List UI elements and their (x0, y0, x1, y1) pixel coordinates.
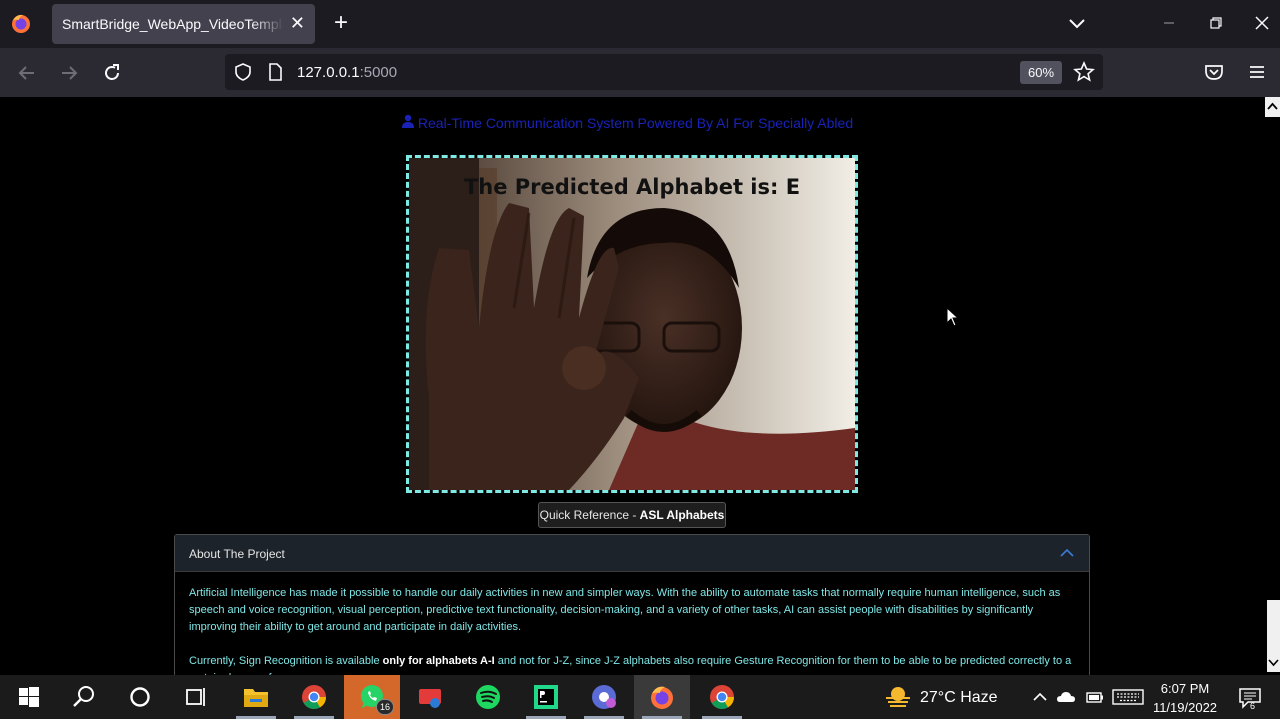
windows-taskbar: 16 27°C Haze 6:07 PM 11/19/2022 6 (0, 675, 1280, 719)
battery-icon[interactable] (1085, 688, 1105, 706)
chrome-profile-button[interactable] (286, 675, 342, 719)
quick-reference-button[interactable]: Quick Reference - ASL Alphabets (538, 502, 726, 528)
spotify-button[interactable] (460, 675, 516, 719)
search-icon (73, 686, 94, 707)
mouse-cursor-icon (946, 307, 960, 327)
clock-time: 6:07 PM (1160, 681, 1210, 696)
search-button[interactable] (56, 675, 112, 719)
file-explorer-button[interactable] (228, 675, 284, 719)
list-all-tabs-icon[interactable] (1066, 12, 1088, 34)
whatsapp-unread-badge: 16 (376, 699, 394, 715)
firefox-taskbar-button[interactable] (634, 675, 690, 719)
folder-icon (244, 689, 268, 707)
chevron-up-icon[interactable] (1059, 546, 1075, 560)
scroll-up-arrow-icon[interactable] (1265, 97, 1280, 117)
close-window-icon[interactable] (1251, 12, 1273, 34)
media-app-icon (419, 689, 441, 708)
bookmark-star-icon[interactable] (1073, 61, 1095, 83)
notification-count: 6 (1250, 701, 1256, 711)
windows-logo-icon (19, 687, 39, 707)
weather-haze-icon[interactable] (883, 685, 913, 709)
chrome-profile-2-button[interactable] (576, 675, 632, 719)
chrome-icon (302, 685, 326, 710)
restore-icon[interactable] (1205, 12, 1227, 34)
url-text[interactable]: 127.0.0.1:5000 (297, 64, 397, 81)
chrome-icon (710, 685, 734, 710)
cortana-button[interactable] (112, 675, 168, 719)
whatsapp-button[interactable]: 16 (344, 675, 400, 719)
cortana-circle-icon (130, 687, 150, 707)
address-bar[interactable]: 127.0.0.1:5000 60% (225, 54, 1103, 90)
chrome-button[interactable] (694, 675, 750, 719)
webcam-video-feed: The Predicted Alphabet is: E (406, 155, 858, 493)
firefox-icon (651, 686, 673, 709)
onedrive-cloud-icon[interactable] (1056, 688, 1076, 706)
firefox-logo-icon[interactable] (10, 12, 32, 34)
page-content: Real-Time Communication System Powered B… (0, 97, 1280, 675)
accordion-body: Artificial Intelligence has made it poss… (189, 585, 1075, 675)
keyboard-icon[interactable] (1112, 688, 1144, 706)
minimize-icon[interactable] (1158, 12, 1180, 34)
media-app-button[interactable] (402, 675, 458, 719)
page-title: Real-Time Communication System Powered B… (0, 114, 1255, 131)
chevron-up-icon[interactable] (1030, 688, 1050, 706)
accordion-title: About The Project (189, 547, 285, 561)
predicted-alphabet-text: The Predicted Alphabet is: E (463, 175, 801, 199)
browser-navbar: 127.0.0.1:5000 60% (0, 48, 1280, 97)
weather-text[interactable]: 27°C Haze (920, 689, 998, 707)
shield-icon[interactable] (233, 62, 253, 82)
spotify-icon (476, 685, 500, 709)
availability-paragraph: Currently, Sign Recognition is available… (189, 655, 1072, 675)
forward-arrow-icon[interactable] (56, 60, 82, 86)
pycharm-icon (534, 685, 558, 709)
back-arrow-icon[interactable] (14, 60, 40, 86)
page-icon[interactable] (265, 62, 285, 82)
person-icon (401, 114, 414, 128)
chrome-profile-icon (592, 685, 616, 709)
pocket-icon[interactable] (1203, 61, 1225, 83)
webcam-frame-image (409, 158, 855, 490)
hamburger-menu-icon[interactable] (1246, 61, 1268, 83)
accordion-header[interactable]: About The Project (175, 535, 1089, 572)
about-project-accordion: About The Project Artificial Intelligenc… (174, 534, 1090, 675)
task-view-icon (186, 688, 205, 706)
scrollbar-thumb[interactable] (1267, 600, 1280, 672)
new-tab-button[interactable]: + (328, 8, 354, 38)
active-tab[interactable]: SmartBridge_WebApp_VideoTemplate ✕ (52, 4, 315, 44)
pycharm-button[interactable] (518, 675, 574, 719)
start-button[interactable] (0, 675, 56, 719)
task-view-button[interactable] (168, 675, 224, 719)
tab-close-icon[interactable]: ✕ (290, 13, 305, 33)
about-paragraph: Artificial Intelligence has made it poss… (189, 587, 1061, 633)
clock-date: 11/19/2022 (1152, 700, 1218, 715)
browser-tabstrip: SmartBridge_WebApp_VideoTemplate ✕ + (0, 0, 1280, 48)
page-scrollbar[interactable] (1265, 97, 1280, 675)
reload-icon[interactable] (99, 60, 125, 86)
zoom-level-badge[interactable]: 60% (1020, 61, 1062, 84)
taskbar-clock[interactable]: 6:07 PM 11/19/2022 (1144, 679, 1226, 717)
tab-title: SmartBridge_WebApp_VideoTemplate (62, 16, 284, 32)
